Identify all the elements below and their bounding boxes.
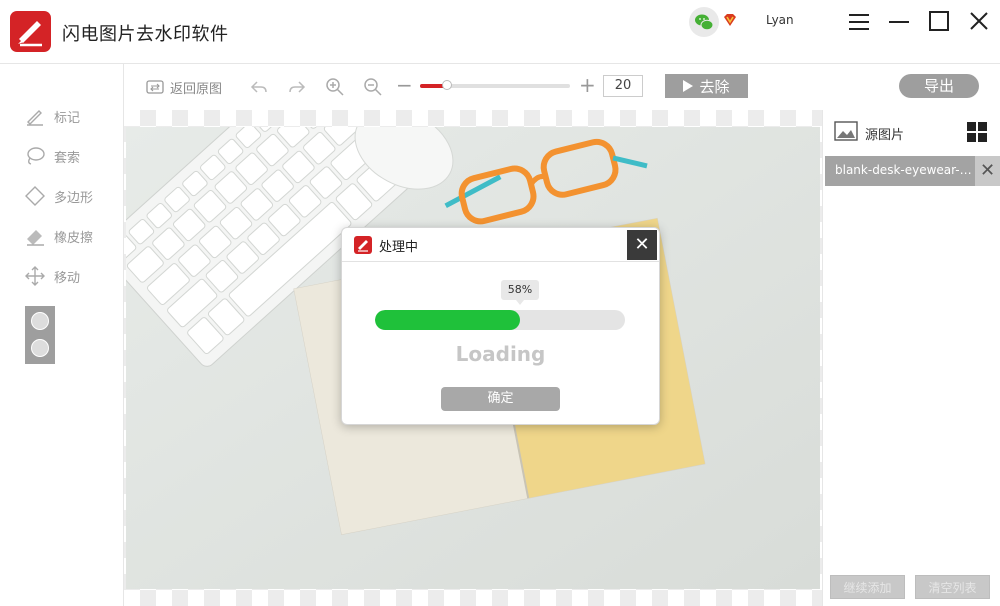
zoom-slider-handle[interactable] xyxy=(442,80,452,90)
panel-title: 源图片 xyxy=(865,128,905,143)
dialog-close-icon[interactable]: ✕ xyxy=(627,230,657,260)
restore-icon xyxy=(146,80,164,94)
file-name: blank-desk-eyewear-3... xyxy=(835,163,975,177)
restore-original-button[interactable]: 返回原图 xyxy=(146,77,222,97)
tool-eraser[interactable]: 橡皮擦 xyxy=(24,225,93,247)
username[interactable]: Lyan xyxy=(766,13,794,27)
progress-fill xyxy=(375,310,520,330)
brush-size-small[interactable] xyxy=(31,339,49,357)
image-icon xyxy=(834,121,858,141)
zoom-slider[interactable] xyxy=(420,80,570,90)
undo-icon[interactable] xyxy=(249,77,269,97)
continue-add-button[interactable]: 继续添加 xyxy=(830,575,905,599)
loading-text: Loading xyxy=(455,342,546,366)
eraser-icon xyxy=(27,230,44,246)
tool-sidebar: 标记 套索 多边形 橡皮擦 移动 xyxy=(0,64,124,606)
zoom-out-icon[interactable] xyxy=(363,77,383,97)
app-logo-icon xyxy=(354,236,372,254)
progress-bar xyxy=(375,310,625,330)
clear-list-button[interactable]: 清空列表 xyxy=(915,575,990,599)
title-bar: 闪电图片去水印软件 Lyan xyxy=(0,0,1000,64)
panel-header: 源图片 xyxy=(823,110,1000,154)
wechat-icon[interactable] xyxy=(689,7,719,37)
file-list-item[interactable]: blank-desk-eyewear-3... ✕ xyxy=(825,156,1000,186)
zoom-in-icon[interactable] xyxy=(325,77,345,97)
toolbar: 返回原图 − + 20 去除 导出 xyxy=(124,64,1000,110)
pen-icon xyxy=(27,110,43,126)
source-images-panel: 源图片 blank-desk-eyewear-3... ✕ 继续添加 清空列表 xyxy=(822,110,1000,606)
tool-label: 移动 xyxy=(54,270,81,286)
vip-badge-icon[interactable] xyxy=(722,12,738,28)
remove-watermark-button[interactable]: 去除 xyxy=(665,74,748,98)
zoom-minus-button[interactable]: − xyxy=(396,75,413,95)
tool-lasso[interactable]: 套索 xyxy=(24,145,80,167)
processing-dialog: 处理中 ✕ 58% Loading 确定 xyxy=(341,227,660,425)
dialog-title: 处理中 xyxy=(379,240,419,255)
tool-label: 多边形 xyxy=(54,190,94,206)
maximize-icon[interactable] xyxy=(926,9,952,35)
polygon-icon xyxy=(25,186,45,206)
hamburger-icon[interactable] xyxy=(846,9,872,35)
zoom-value-input[interactable]: 20 xyxy=(603,75,643,97)
play-icon xyxy=(683,80,694,92)
brush-size-large[interactable] xyxy=(31,312,49,330)
app-window: 闪电图片去水印软件 Lyan 返回原图 − + 20 去除 导出 标记 套索 多… xyxy=(0,0,1000,606)
app-title: 闪电图片去水印软件 xyxy=(62,24,229,45)
confirm-button[interactable]: 确定 xyxy=(441,387,560,411)
progress-percent: 58% xyxy=(501,280,539,305)
remove-file-icon[interactable]: ✕ xyxy=(975,156,1000,186)
minimize-icon[interactable] xyxy=(886,9,912,35)
restore-label: 返回原图 xyxy=(170,81,223,97)
redo-icon[interactable] xyxy=(287,77,307,97)
grid-view-icon[interactable] xyxy=(966,121,988,143)
zoom-plus-button[interactable]: + xyxy=(579,75,596,95)
tool-label: 标记 xyxy=(54,110,81,126)
brush-size-selector[interactable] xyxy=(25,306,55,364)
tool-label: 橡皮擦 xyxy=(54,230,94,246)
tool-mark[interactable]: 标记 xyxy=(24,105,80,127)
close-icon[interactable] xyxy=(966,9,992,35)
lasso-icon xyxy=(27,147,45,165)
tool-polygon[interactable]: 多边形 xyxy=(24,185,93,207)
export-button[interactable]: 导出 xyxy=(899,74,979,98)
tool-label: 套索 xyxy=(54,150,81,166)
tool-move[interactable]: 移动 xyxy=(24,265,80,287)
remove-label: 去除 xyxy=(699,77,730,96)
dialog-header: 处理中 ✕ xyxy=(342,228,659,262)
move-icon xyxy=(25,266,45,286)
app-logo-icon xyxy=(10,11,51,52)
